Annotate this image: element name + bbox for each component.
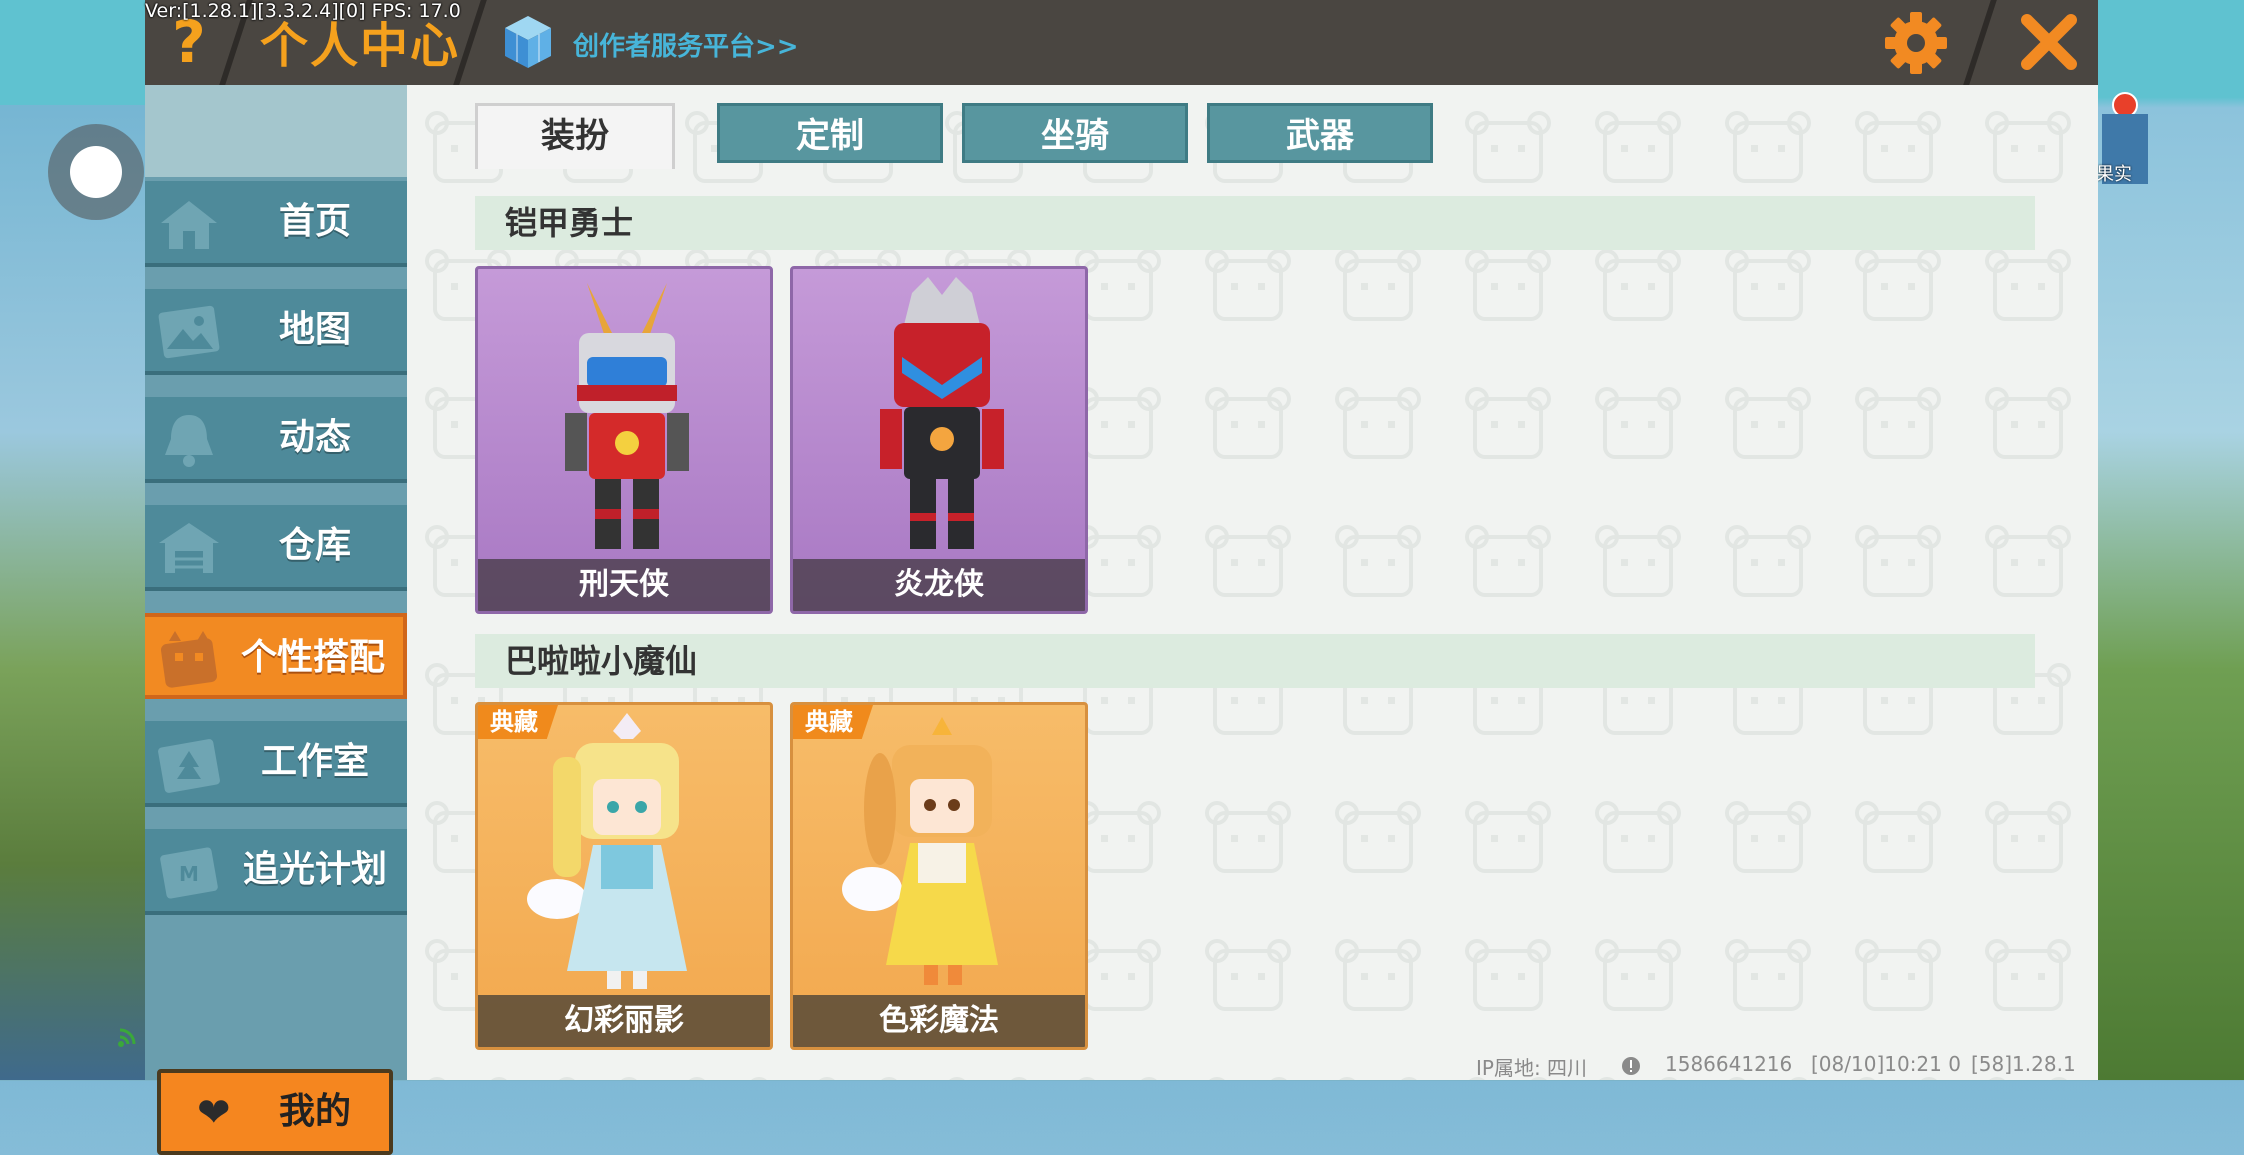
studio-icon [158, 739, 220, 793]
sidebar-item-warehouse[interactable]: 仓库 [145, 505, 407, 591]
fps-overlay: Ver:[1.28.1][3.3.2.4][0] FPS: 17.0 [145, 0, 461, 22]
joystick-button[interactable] [48, 124, 144, 220]
section-header: 巴啦啦小魔仙 [475, 634, 2035, 688]
armor-hero-figure [880, 277, 1004, 549]
outfit-content: 装扮 定制 坐骑 武器 铠甲勇士 刑天侠 炎龙侠 巴啦啦小魔仙 典藏 幻彩丽影 … [407, 85, 2098, 1080]
sidebar-item-outfit[interactable]: 个性搭配 [145, 613, 407, 699]
sidebar-item-home[interactable]: 首页 [145, 181, 407, 267]
svg-text:M: M [179, 862, 199, 886]
sidebar-item-feed[interactable]: 动态 [145, 397, 407, 483]
outfit-name: 色彩魔法 [879, 1003, 999, 1038]
outfit-card[interactable]: 典藏 色彩魔法 [790, 702, 1088, 1050]
tab-weapons[interactable]: 武器 [1207, 103, 1433, 163]
outfit-name: 幻彩丽影 [564, 1003, 684, 1038]
home-icon [161, 201, 217, 249]
outfit-card[interactable]: 刑天侠 [475, 266, 773, 614]
mine-button[interactable]: ❤ 我的 [157, 1069, 393, 1155]
close-icon[interactable] [2017, 10, 2081, 74]
outfit-card[interactable]: 炎龙侠 [790, 266, 1088, 614]
signal-icon [118, 1028, 136, 1047]
tab-mounts[interactable]: 坐骑 [962, 103, 1188, 163]
personal-center-panel: ? 个人中心 创作者服务平台>> 首页 地图 动态 仓库 个性搭配 工作室 M … [145, 0, 2098, 1155]
heart-icon: ❤ [197, 1090, 231, 1136]
side-label: 果实 [2096, 164, 2132, 185]
outfit-name: 炎龙侠 [894, 567, 984, 602]
map-icon [158, 305, 220, 359]
sidebar-item-map[interactable]: 地图 [145, 289, 407, 375]
ip-location: IP属地: 四川 [1476, 1056, 1588, 1080]
outfit-icon [160, 631, 218, 688]
outfit-name: 刑天侠 [579, 567, 669, 602]
magic-fairy-figure [842, 717, 998, 985]
cube-icon[interactable] [503, 14, 553, 70]
magic-fairy-figure [527, 713, 687, 989]
collection-badge: 典藏 [478, 705, 558, 739]
outfit-card[interactable]: 典藏 幻彩丽影 [475, 702, 773, 1050]
version-label: [58]1.28.1 [1971, 1052, 2076, 1076]
tab-dress-up[interactable]: 装扮 [475, 103, 675, 169]
tab-customize[interactable]: 定制 [717, 103, 943, 163]
sidebar-item-chase-light[interactable]: M 追光计划 [145, 829, 407, 915]
chase-light-icon: M [160, 847, 218, 899]
gear-icon[interactable] [1883, 10, 1949, 76]
sidebar: 首页 地图 动态 仓库 个性搭配 工作室 M 追光计划 ❤ 我的 [145, 85, 407, 1155]
collection-badge: 典藏 [793, 705, 873, 739]
user-id: 1586641216 [1665, 1052, 1793, 1076]
sidebar-item-studio[interactable]: 工作室 [145, 721, 407, 807]
bell-icon [165, 415, 213, 467]
warehouse-icon [159, 523, 219, 573]
info-icon[interactable] [1621, 1056, 1641, 1076]
creator-platform-link[interactable]: 创作者服务平台>> [573, 26, 799, 63]
section-header: 铠甲勇士 [475, 196, 2035, 250]
timestamp: [08/10]10:21 0 [1811, 1052, 1961, 1076]
armor-hero-figure [565, 283, 689, 549]
